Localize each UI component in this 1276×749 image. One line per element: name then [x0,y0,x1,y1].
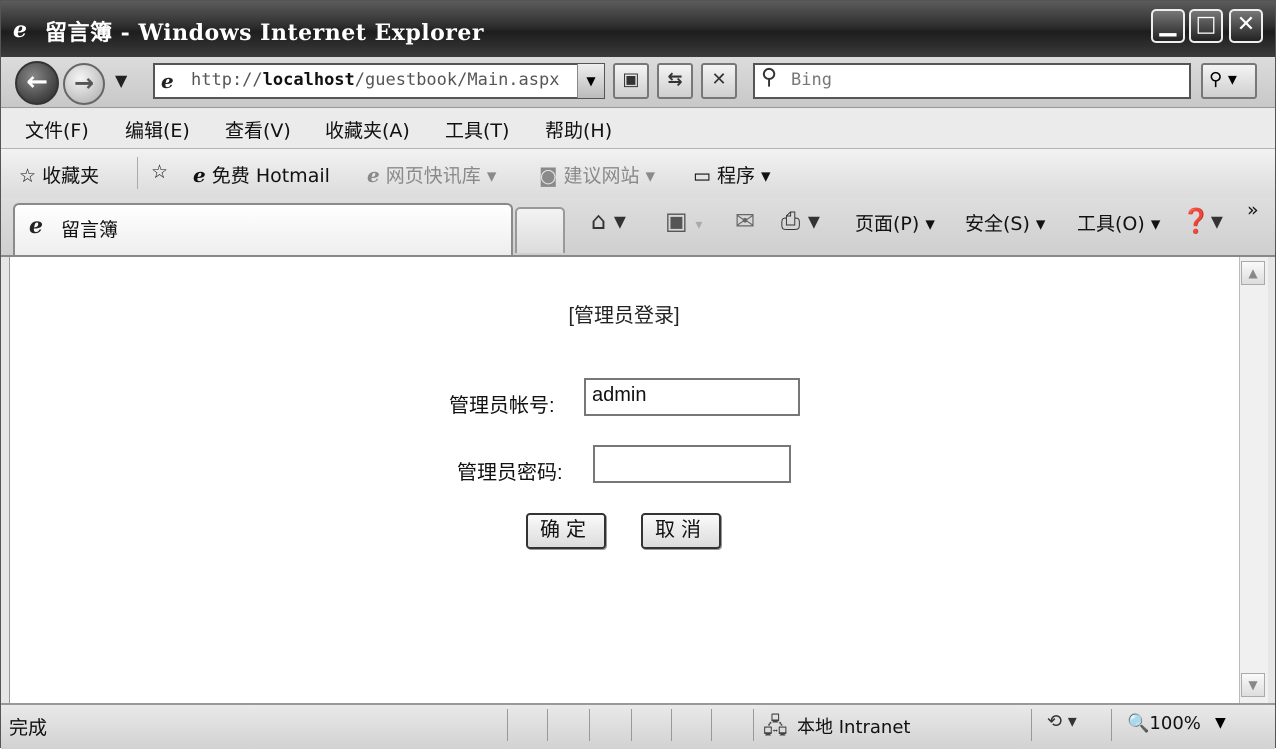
username-label: 管理员帐号: [449,395,555,417]
help-icon[interactable]: ❓▾ [1181,207,1223,235]
more-commands[interactable]: » [1247,199,1259,221]
search-provider-icon: ⚲ [761,65,778,90]
fav-hotmail[interactable]: e 免费 Hotmail [193,161,330,188]
fav-web-slice-gallery[interactable]: e 网页快讯库 ▾ [367,161,496,188]
scroll-up-arrow[interactable]: ▲ [1241,261,1265,285]
password-label: 管理员密码: [457,462,563,484]
stop-icon[interactable]: ✕ [701,63,737,99]
fav-suggested-sites[interactable]: ◙ 建议网站 ▾ [539,161,655,188]
minimize-button[interactable]: ▁ [1151,9,1185,43]
page-icon: e [161,69,174,93]
new-tab-button[interactable] [515,207,565,253]
tab-label: 留言簿 [61,219,119,241]
forward-icon[interactable]: → [63,63,105,105]
safety-menu[interactable]: 安全(S) ▾ [965,209,1045,236]
status-divider [711,709,712,741]
search-icon[interactable]: ⚲ ▾ [1201,63,1257,99]
menu-view[interactable]: 查看(V) [225,116,291,143]
menu-favorites[interactable]: 收藏夹(A) [325,116,410,143]
ie-logo-icon: e [13,17,27,43]
menu-edit[interactable]: 编辑(E) [125,116,190,143]
status-divider [1031,709,1032,741]
password-input[interactable] [593,445,791,483]
status-divider [631,709,632,741]
scroll-down-arrow[interactable]: ▼ [1241,673,1265,697]
status-text: 完成 [9,717,48,739]
fav-programs[interactable]: ▭ 程序 ▾ [693,161,771,188]
network-icon: 🖧 [763,714,788,739]
favorites-button[interactable]: ☆ 收藏夹 [19,161,99,188]
status-divider [507,709,508,741]
maximize-button[interactable]: □ [1189,9,1223,43]
mail-icon[interactable]: ✉ [735,207,755,235]
recent-pages-dropdown[interactable]: ▼ [115,71,127,90]
status-divider [1111,709,1112,741]
menu-bar [1,108,1275,149]
status-divider [547,709,548,741]
status-divider [671,709,672,741]
ok-button[interactable]: 确定 [526,513,606,549]
back-icon[interactable]: ← [15,61,59,105]
close-button[interactable]: ✕ [1229,9,1263,43]
cancel-button[interactable]: 取消 [641,513,721,549]
folder-icon: ▭ [693,165,711,187]
tools-menu[interactable]: 工具(O) ▾ [1077,209,1160,236]
home-icon[interactable]: ⌂ ▾ [591,207,626,235]
browser-window: e 留言簿 - Windows Internet Explorer ▁ □ ✕ … [0,0,1276,749]
tab-ie-icon: e [29,213,43,239]
zoom-level[interactable]: 🔍100% [1127,713,1201,734]
add-favorites-icon[interactable]: ☆ [151,161,168,183]
address-dropdown[interactable]: ▼ [577,64,604,98]
menu-file[interactable]: 文件(F) [25,116,89,143]
status-divider [753,709,754,741]
menu-help[interactable]: 帮助(H) [545,116,612,143]
security-zone[interactable]: 本地 Intranet [797,713,910,739]
page-title: [管理员登录] [568,305,680,327]
menu-tools[interactable]: 工具(T) [445,116,509,143]
favorites-star-icon: ☆ [19,165,37,187]
status-divider [589,709,590,741]
page-menu[interactable]: 页面(P) ▾ [855,209,935,236]
address-url[interactable]: http://localhost/guestbook/Main.aspx [191,70,559,90]
username-input[interactable]: admin [584,378,800,416]
window-title: 留言簿 - Windows Internet Explorer [45,20,484,46]
feeds-icon[interactable]: ▣ ▾ [665,207,702,235]
print-icon[interactable]: ⎙ ▾ [781,207,820,235]
protected-mode-icon[interactable]: ⟲ ▾ [1047,711,1077,732]
favorites-divider [137,157,138,189]
compatibility-icon[interactable]: ▣ [613,63,649,99]
status-bar [1,703,1275,749]
zoom-dropdown[interactable]: ▼ [1215,715,1226,731]
search-placeholder: Bing [791,70,832,90]
refresh-icon[interactable]: ⇆ [657,63,693,99]
